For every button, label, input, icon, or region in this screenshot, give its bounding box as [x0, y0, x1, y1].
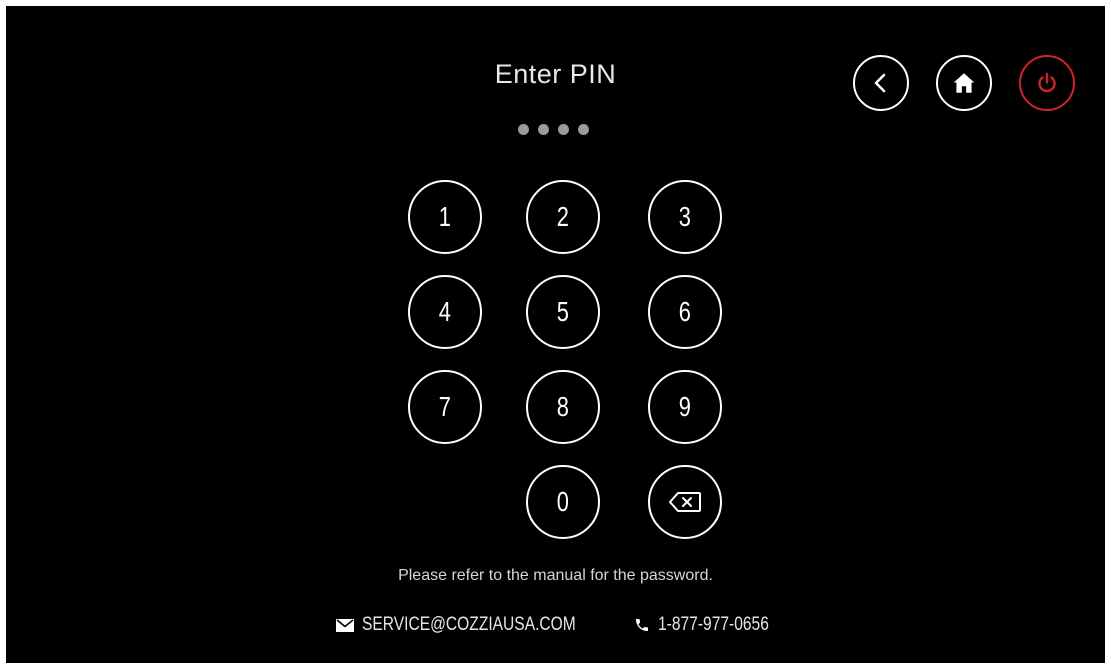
- keypad-key-3[interactable]: 3: [648, 180, 722, 254]
- pin-dot: [558, 124, 569, 135]
- support-email-text: SERVICE@COZZIAUSA.COM: [362, 614, 576, 635]
- chevron-left-icon: [874, 73, 886, 93]
- power-button[interactable]: [1019, 55, 1075, 111]
- support-phone-text: 1-877-977-0656: [658, 614, 769, 635]
- keypad-key-5[interactable]: 5: [526, 275, 600, 349]
- pin-dot: [518, 124, 529, 135]
- home-icon: [953, 73, 975, 93]
- manual-note: Please refer to the manual for the passw…: [398, 567, 713, 584]
- power-icon: [1038, 72, 1056, 93]
- keypad-key-6[interactable]: 6: [648, 275, 722, 349]
- keypad-key-8[interactable]: 8: [526, 370, 600, 444]
- home-button[interactable]: [936, 55, 992, 111]
- support-phone[interactable]: 1-877-977-0656: [634, 614, 793, 636]
- keypad-key-0[interactable]: 0: [526, 465, 600, 539]
- phone-icon: [636, 619, 648, 631]
- keypad-key-7[interactable]: 7: [408, 370, 482, 444]
- keypad-key-2[interactable]: 2: [526, 180, 600, 254]
- backspace-button[interactable]: [648, 465, 722, 539]
- keypad-key-9[interactable]: 9: [648, 370, 722, 444]
- pin-dot: [538, 124, 549, 135]
- envelope-icon: [336, 618, 354, 632]
- back-button[interactable]: [853, 55, 909, 111]
- backspace-icon: [669, 492, 701, 512]
- keypad-key-4[interactable]: 4: [408, 275, 482, 349]
- keypad-key-1[interactable]: 1: [408, 180, 482, 254]
- pin-screen: Enter PIN 1 2 3 4 5 6 7 8 9 0 Please ref…: [6, 6, 1105, 663]
- pin-dot: [578, 124, 589, 135]
- support-email[interactable]: SERVICE@COZZIAUSA.COM: [336, 614, 623, 636]
- pin-indicator: [518, 124, 589, 135]
